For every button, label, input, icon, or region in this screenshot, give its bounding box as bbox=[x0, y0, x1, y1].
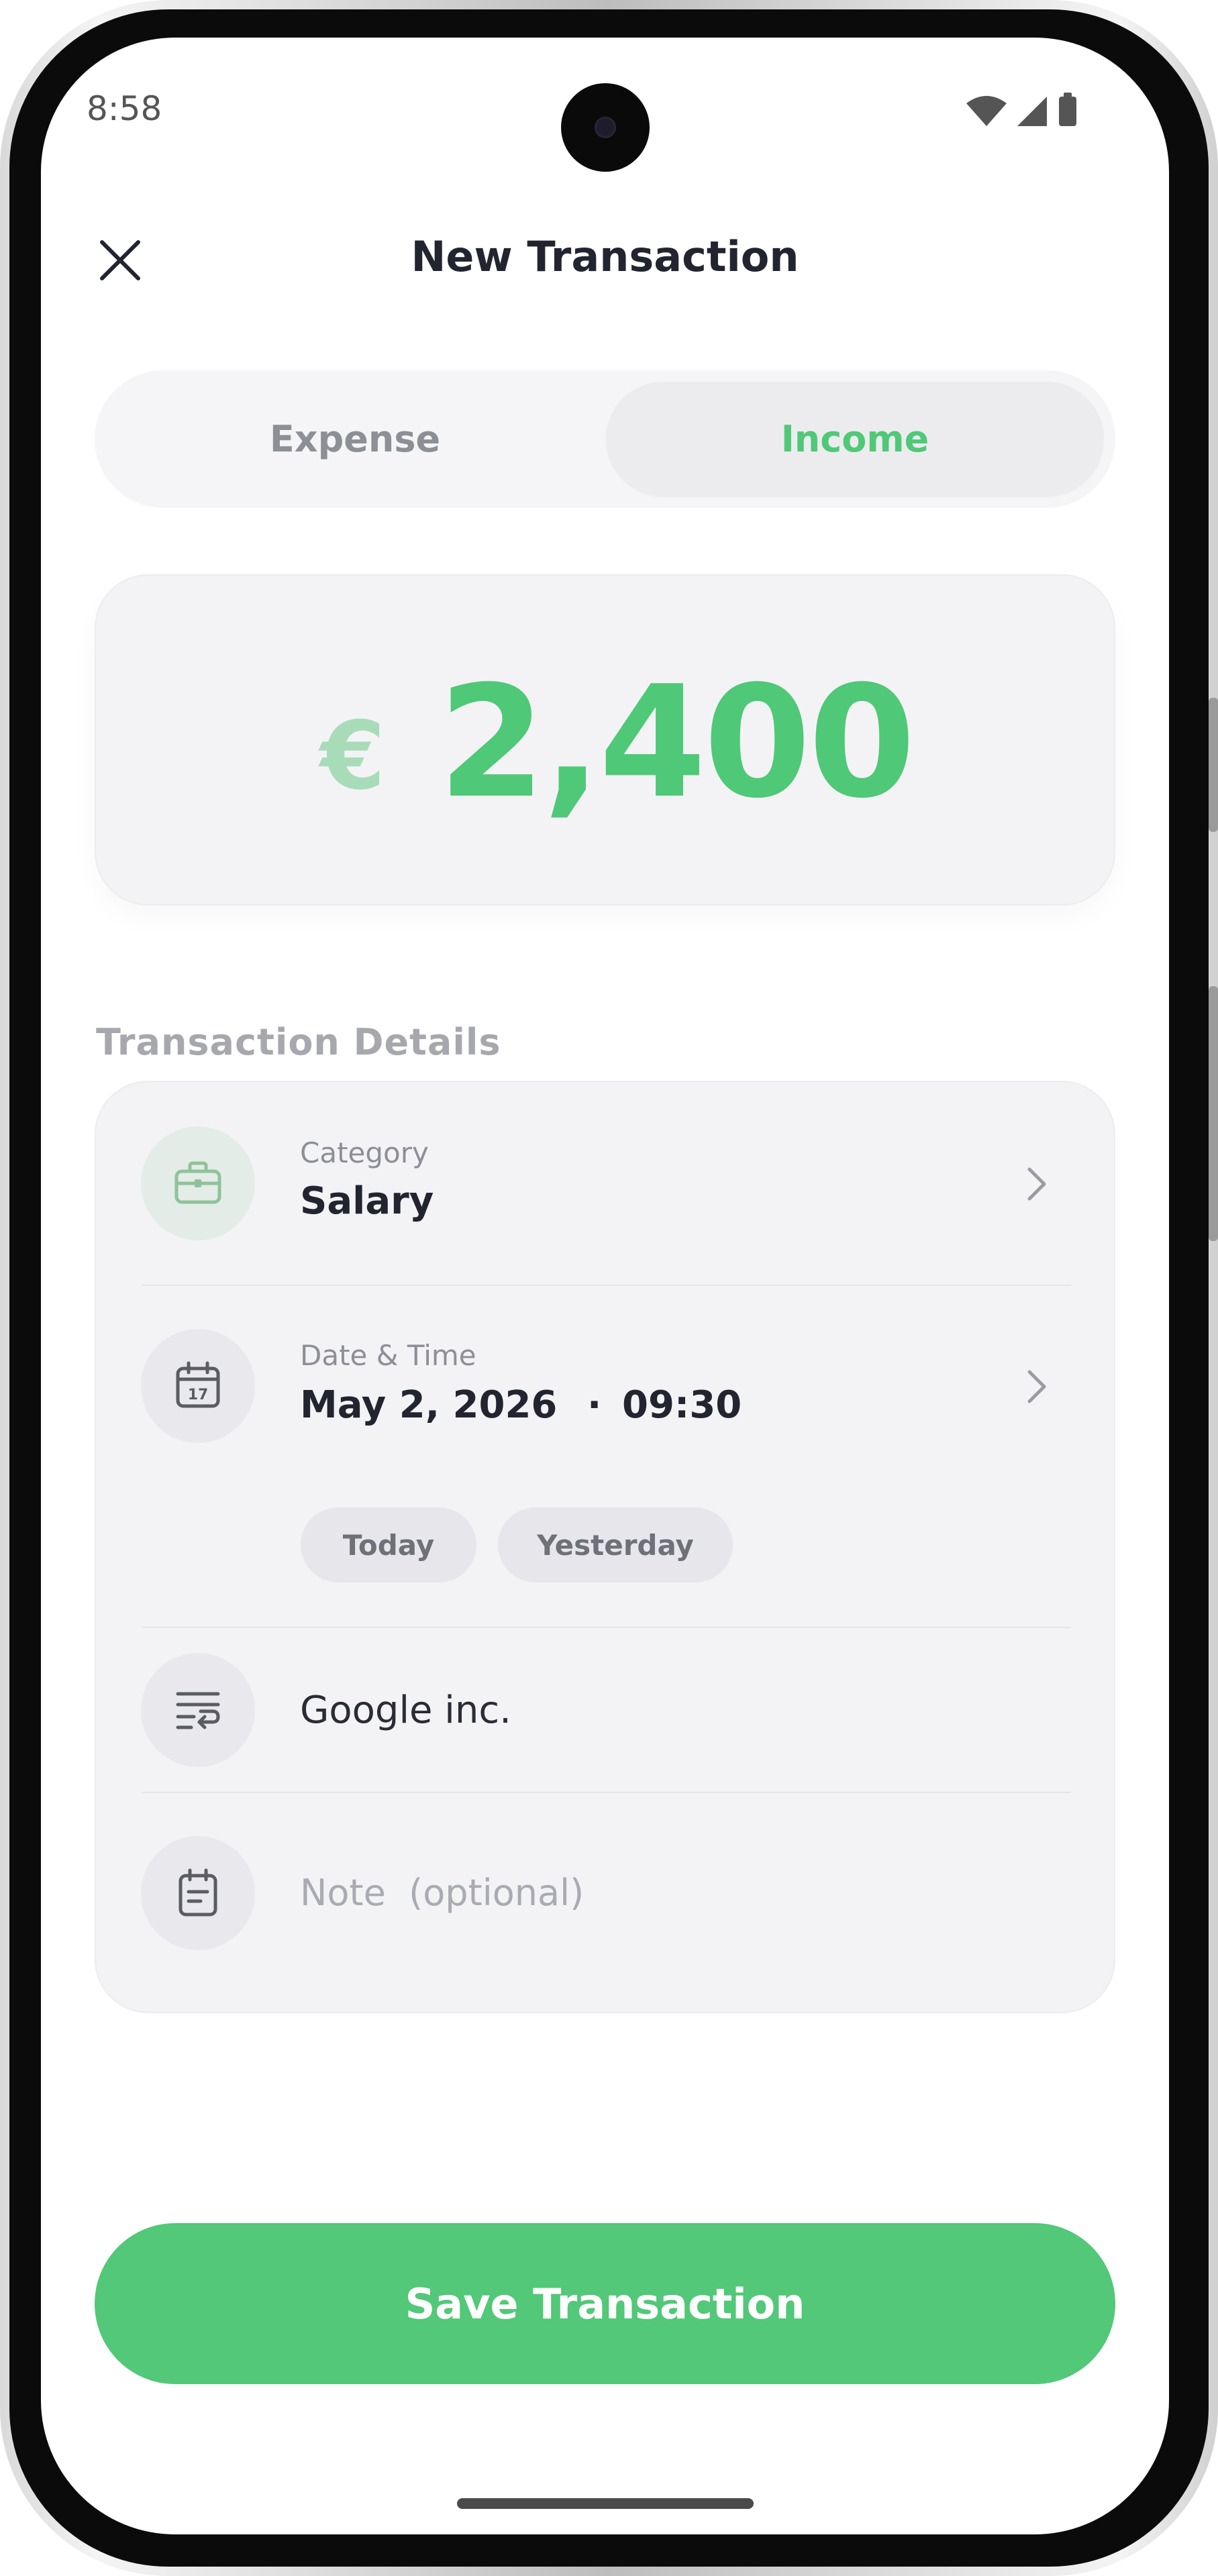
app-screen: 8:58 New Transaction Expense Income € 2,… bbox=[41, 38, 1169, 2534]
payee-icon-badge bbox=[141, 1653, 255, 1767]
chevron-right-icon[interactable] bbox=[1024, 1366, 1051, 1407]
note-icon-badge bbox=[141, 1836, 255, 1950]
today-chip[interactable]: Today bbox=[301, 1507, 476, 1582]
yesterday-chip[interactable]: Yesterday bbox=[498, 1507, 733, 1582]
divider bbox=[142, 1792, 1071, 1793]
status-time: 8:58 bbox=[87, 89, 162, 128]
save-transaction-button[interactable]: Save Transaction bbox=[95, 2223, 1115, 2384]
section-title: Transaction Details bbox=[96, 1021, 501, 1063]
home-indicator[interactable] bbox=[457, 2498, 754, 2509]
amount-card[interactable]: € 2,400 bbox=[95, 574, 1115, 906]
calendar-note-icon bbox=[179, 1868, 217, 1917]
amount-value: 2,400 bbox=[438, 653, 916, 833]
category-label: Category bbox=[300, 1136, 429, 1169]
calendar-icon: 17 bbox=[176, 1361, 220, 1408]
phone-frame: 8:58 New Transaction Expense Income € 2,… bbox=[0, 0, 1218, 2576]
payee-value: Google inc. bbox=[300, 1688, 511, 1732]
date-value: May 2, 2026 bbox=[300, 1383, 558, 1427]
currency-symbol: € bbox=[320, 702, 386, 811]
transaction-type-toggle: Expense Income bbox=[95, 370, 1115, 508]
date-time-separator: · bbox=[587, 1383, 602, 1427]
briefcase-icon bbox=[174, 1161, 221, 1204]
phone-side-button-lower bbox=[1209, 986, 1218, 1241]
status-icons bbox=[966, 93, 1076, 126]
svg-text:17: 17 bbox=[188, 1387, 209, 1403]
front-camera bbox=[561, 83, 650, 172]
chevron-right-icon[interactable] bbox=[1024, 1164, 1051, 1204]
phone-side-button-upper bbox=[1209, 698, 1218, 832]
tab-expense[interactable]: Expense bbox=[106, 382, 604, 496]
tab-income[interactable]: Income bbox=[606, 382, 1104, 496]
wifi-icon bbox=[966, 96, 1007, 126]
time-value: 09:30 bbox=[622, 1383, 742, 1427]
page-title: New Transaction bbox=[411, 232, 799, 281]
date-time-label: Date & Time bbox=[300, 1339, 476, 1372]
battery-icon bbox=[1059, 97, 1076, 126]
date-icon-badge: 17 bbox=[141, 1329, 255, 1443]
wrap-text-icon bbox=[176, 1692, 220, 1729]
category-value: Salary bbox=[300, 1179, 434, 1223]
category-icon-badge bbox=[141, 1126, 255, 1240]
note-input[interactable]: Note (optional) bbox=[300, 1872, 1038, 1914]
details-card: Category Salary 17 Date & Time May 2, 20… bbox=[95, 1081, 1115, 2013]
signal-icon bbox=[1017, 97, 1047, 126]
